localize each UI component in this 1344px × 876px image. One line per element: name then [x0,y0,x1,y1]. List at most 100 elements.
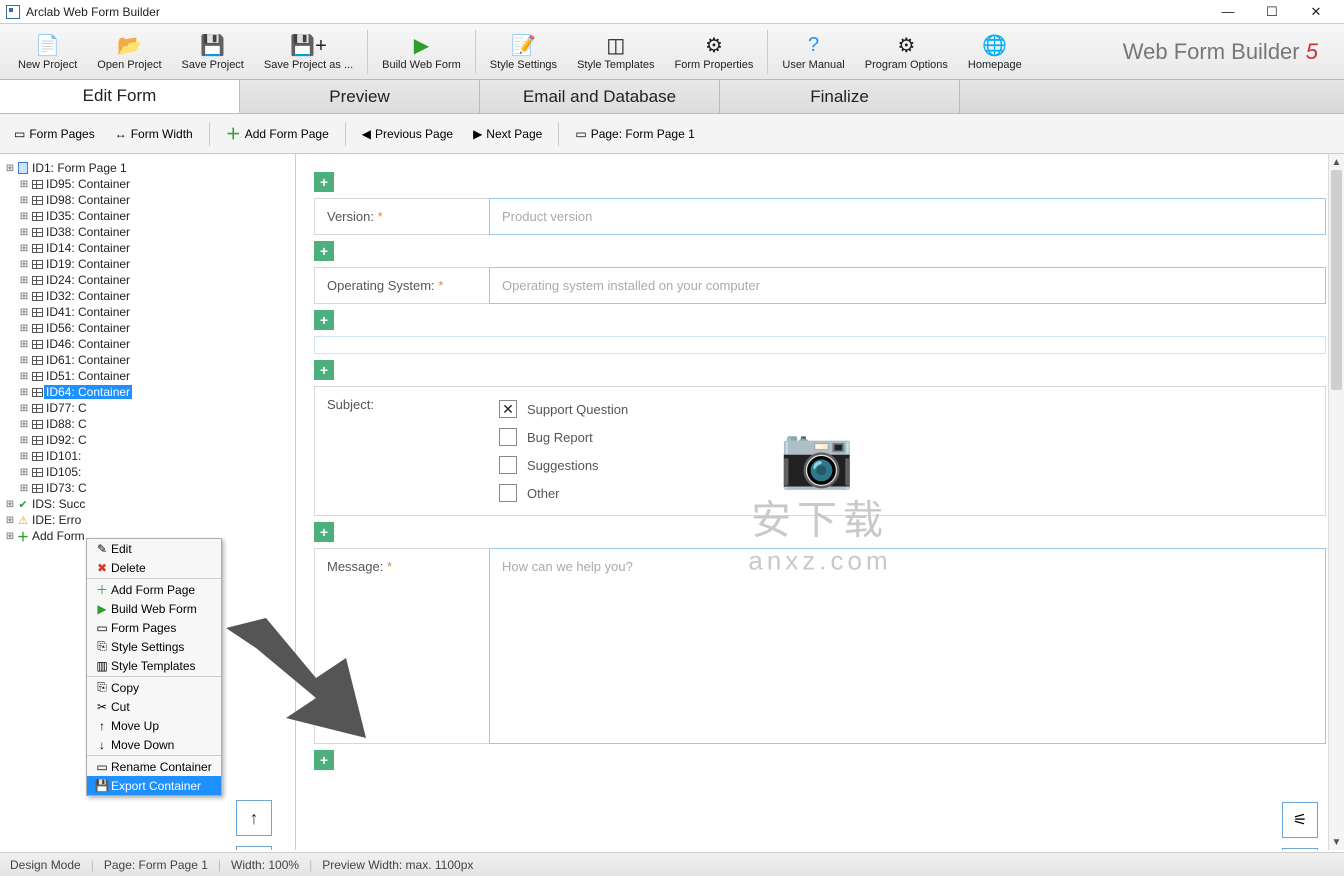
maximize-button[interactable]: ☐ [1250,1,1294,23]
tree-container[interactable]: ⊞ID51: Container [4,368,291,384]
menu-style-settings[interactable]: ⎘Style Settings [87,637,221,656]
label-os: Operating System: * [315,268,489,303]
app-icon [6,5,20,19]
form-properties-button[interactable]: ⚙Form Properties [665,25,764,79]
tab-finalize[interactable]: Finalize [720,80,960,113]
open-project-button[interactable]: 📂Open Project [87,25,171,79]
checkbox[interactable] [499,484,517,502]
menu-export-container[interactable]: 💾Export Container [87,776,221,795]
tree-container[interactable]: ⊞ID105: [4,464,291,480]
tree-container[interactable]: ⊞ID98: Container [4,192,291,208]
window-title: Arclab Web Form Builder [26,5,160,19]
style-templates-button[interactable]: ◫Style Templates [567,25,664,79]
close-button[interactable]: ✕ [1294,1,1338,23]
sub-toolbar: ▭Form Pages ↔Form Width ＋Add Form Page ◀… [0,114,1344,154]
tree-container[interactable]: ⊞ID35: Container [4,208,291,224]
previous-page-button[interactable]: ◀Previous Page [358,125,457,143]
field-os[interactable]: Operating System: * Operating system ins… [314,267,1326,304]
tree-container[interactable]: ⊞ID32: Container [4,288,291,304]
field-subject[interactable]: Subject: ✕Support QuestionBug ReportSugg… [314,386,1326,516]
toggle-outline-button[interactable]: ⚟ [1282,802,1318,838]
menu-rename-container[interactable]: ▭Rename Container [87,757,221,776]
menu-cut[interactable]: ✂Cut [87,697,221,716]
save-as-button[interactable]: 💾+Save Project as ... [254,25,363,79]
form-canvas[interactable]: 📷 安下载 anxz.com + Version: * Product vers… [296,154,1344,850]
menu-copy[interactable]: ⎘Copy [87,678,221,697]
subject-option[interactable]: Other [499,479,1315,507]
context-menu[interactable]: ✎Edit✖Delete ＋Add Form Page▶Build Web For… [86,538,222,796]
scrollbar[interactable]: ▲ ▼ [1328,154,1344,850]
field-version[interactable]: Version: * Product version [314,198,1326,235]
tree-container[interactable]: ⊞ID56: Container [4,320,291,336]
checkbox[interactable] [499,456,517,474]
user-manual-button[interactable]: ?User Manual [772,25,854,79]
subject-option[interactable]: Bug Report [499,423,1315,451]
tree-container[interactable]: ⊞ID88: C [4,416,291,432]
tree-container[interactable]: ⊞ID61: Container [4,352,291,368]
new-project-button[interactable]: 📄New Project [8,25,87,79]
tree-container[interactable]: ⊞ID92: C [4,432,291,448]
next-page-button[interactable]: ▶Next Page [469,125,546,143]
tree-success[interactable]: ⊞✔IDS: Succ [4,496,291,512]
menu-style-templates[interactable]: ▥Style Templates [87,656,221,675]
annotation-arrow [216,618,376,768]
tree-container[interactable]: ⊞ID101: [4,448,291,464]
menu-move-up[interactable]: ↑Move Up [87,716,221,735]
checkbox[interactable]: ✕ [499,400,517,418]
add-row-button[interactable]: + [314,360,334,380]
title-bar: Arclab Web Form Builder — ☐ ✕ [0,0,1344,24]
form-pages-button[interactable]: ▭Form Pages [10,125,99,143]
label-version: Version: * [315,199,489,234]
main-tabs: Edit FormPreviewEmail and DatabaseFinali… [0,80,1344,114]
tab-preview[interactable]: Preview [240,80,480,113]
input-version[interactable]: Product version [489,198,1326,235]
menu-add-form-page[interactable]: ＋Add Form Page [87,580,221,599]
add-row-button[interactable]: + [314,522,334,542]
tree-container[interactable]: ⊞ID38: Container [4,224,291,240]
add-row-button[interactable]: + [314,172,334,192]
grid-view-button[interactable]: ▦ [1282,848,1318,850]
save-project-button[interactable]: 💾Save Project [172,25,254,79]
input-os[interactable]: Operating system installed on your compu… [489,267,1326,304]
input-message[interactable]: How can we help you? [489,548,1326,744]
current-page-label: ▭Page: Form Page 1 [571,125,698,143]
add-form-page-button[interactable]: ＋Add Form Page [222,121,333,146]
tree-container[interactable]: ⊞ID41: Container [4,304,291,320]
menu-move-down[interactable]: ↓Move Down [87,735,221,754]
tree-container[interactable]: ⊞ID73: C [4,480,291,496]
tab-email-and-database[interactable]: Email and Database [480,80,720,113]
subject-option[interactable]: Suggestions [499,451,1315,479]
minimize-button[interactable]: — [1206,1,1250,23]
menu-edit[interactable]: ✎Edit [87,539,221,558]
add-row-button[interactable]: + [314,241,334,261]
style-settings-button[interactable]: 📝Style Settings [480,25,567,79]
menu-delete[interactable]: ✖Delete [87,558,221,577]
form-width-button[interactable]: ↔Form Width [111,125,197,143]
move-up-button[interactable]: ↑ [236,800,272,836]
move-down-button[interactable]: ↓ [236,846,272,850]
tree-container[interactable]: ⊞ID46: Container [4,336,291,352]
brand-label: Web Form Builder 5 [1123,39,1336,65]
tree-container[interactable]: ⊞ID77: C [4,400,291,416]
menu-form-pages[interactable]: ▭Form Pages [87,618,221,637]
tree-root[interactable]: ⊞ID1: Form Page 1 [4,160,291,176]
field-message[interactable]: Message: * How can we help you? [314,548,1326,744]
program-options-button[interactable]: ⚙Program Options [855,25,958,79]
tree-error[interactable]: ⊞⚠IDE: Erro [4,512,291,528]
tree-container[interactable]: ⊞ID24: Container [4,272,291,288]
tree-container[interactable]: ⊞ID95: Container [4,176,291,192]
homepage-button[interactable]: 🌐Homepage [958,25,1032,79]
label-subject: Subject: [315,387,489,515]
build-button[interactable]: ▶Build Web Form [372,25,471,79]
empty-container[interactable] [314,336,1326,354]
status-bar: Design Mode| Page: Form Page 1| Width: 1… [0,852,1344,876]
tree-container[interactable]: ⊞ID19: Container [4,256,291,272]
tab-edit-form[interactable]: Edit Form [0,80,240,113]
menu-build-web-form[interactable]: ▶Build Web Form [87,599,221,618]
subject-option[interactable]: ✕Support Question [499,395,1315,423]
tree-container[interactable]: ⊞ID64: Container [4,384,291,400]
tree-container[interactable]: ⊞ID14: Container [4,240,291,256]
checkbox[interactable] [499,428,517,446]
add-row-button[interactable]: + [314,310,334,330]
ribbon-toolbar: 📄New Project📂Open Project💾Save Project💾+… [0,24,1344,80]
